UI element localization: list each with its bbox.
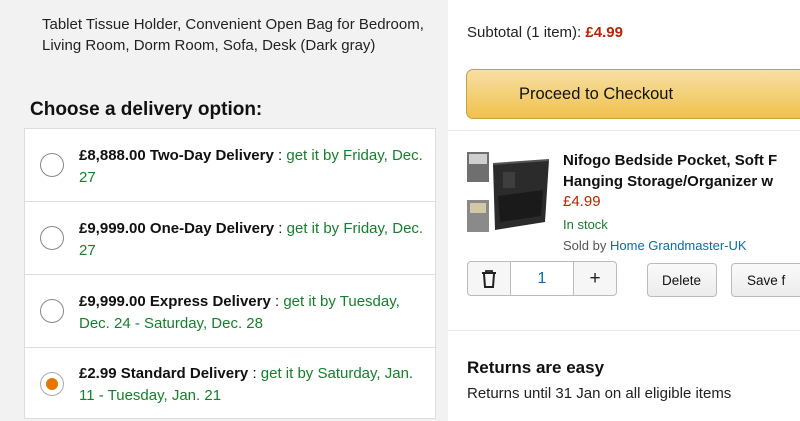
delivery-option-label: £2.99 Standard Delivery [79,365,249,382]
decrease-quantity-button[interactable] [468,262,510,295]
divider [448,130,800,131]
radio-empty-icon[interactable] [40,153,64,177]
returns-text: Returns until 31 Jan on all eligible ite… [467,385,732,402]
delivery-option-one-day[interactable]: £9,999.00 One-Day Delivery : get it by F… [24,201,436,274]
subtotal-amount: £4.99 [585,24,623,41]
subtotal: Subtotal (1 item): £4.99 [467,24,623,41]
product-description: Tablet Tissue Holder, Convenient Open Ba… [42,16,424,54]
seller-link[interactable]: Home Grandmaster-UK [610,238,747,253]
item-price: £4.99 [563,193,601,210]
delivery-options: £8,888.00 Two-Day Delivery : get it by F… [24,128,436,419]
item-seller: Sold by Home Grandmaster-UK [563,238,747,253]
delivery-option-standard[interactable]: £2.99 Standard Delivery : get it by Satu… [24,347,436,419]
delivery-option-express[interactable]: £9,999.00 Express Delivery : get it by T… [24,274,436,347]
returns-title: Returns are easy [467,358,605,377]
item-title[interactable]: Nifogo Bedside Pocket, Soft F Hanging St… [563,150,800,192]
product-thumbnail[interactable] [465,150,551,236]
radio-empty-icon[interactable] [40,299,64,323]
delivery-panel: Tablet Tissue Holder, Convenient Open Ba… [0,0,448,421]
subtotal-label: Subtotal (1 item): [467,24,582,41]
save-for-later-button[interactable]: Save f [731,263,800,297]
cart-panel: Subtotal (1 item): £4.99 Proceed to Chec… [448,0,800,421]
radio-empty-icon[interactable] [40,226,64,250]
delete-button[interactable]: Delete [647,263,717,297]
delivery-option-label: £9,999.00 One-Day Delivery [79,220,275,237]
delivery-option-two-day[interactable]: £8,888.00 Two-Day Delivery : get it by F… [24,128,436,201]
radio-selected-icon[interactable] [40,372,64,396]
delivery-option-label: £8,888.00 Two-Day Delivery [79,147,274,164]
delivery-heading: Choose a delivery option: [30,99,263,120]
increase-quantity-button[interactable]: + [574,262,616,295]
proceed-to-checkout-button[interactable]: Proceed to Checkout [466,69,800,119]
item-stock-status: In stock [563,217,608,232]
trash-icon [482,269,496,288]
delivery-option-label: £9,999.00 Express Delivery [79,293,271,310]
quantity-stepper: 1 + [467,261,617,296]
divider [448,330,800,331]
quantity-value[interactable]: 1 [510,262,574,295]
